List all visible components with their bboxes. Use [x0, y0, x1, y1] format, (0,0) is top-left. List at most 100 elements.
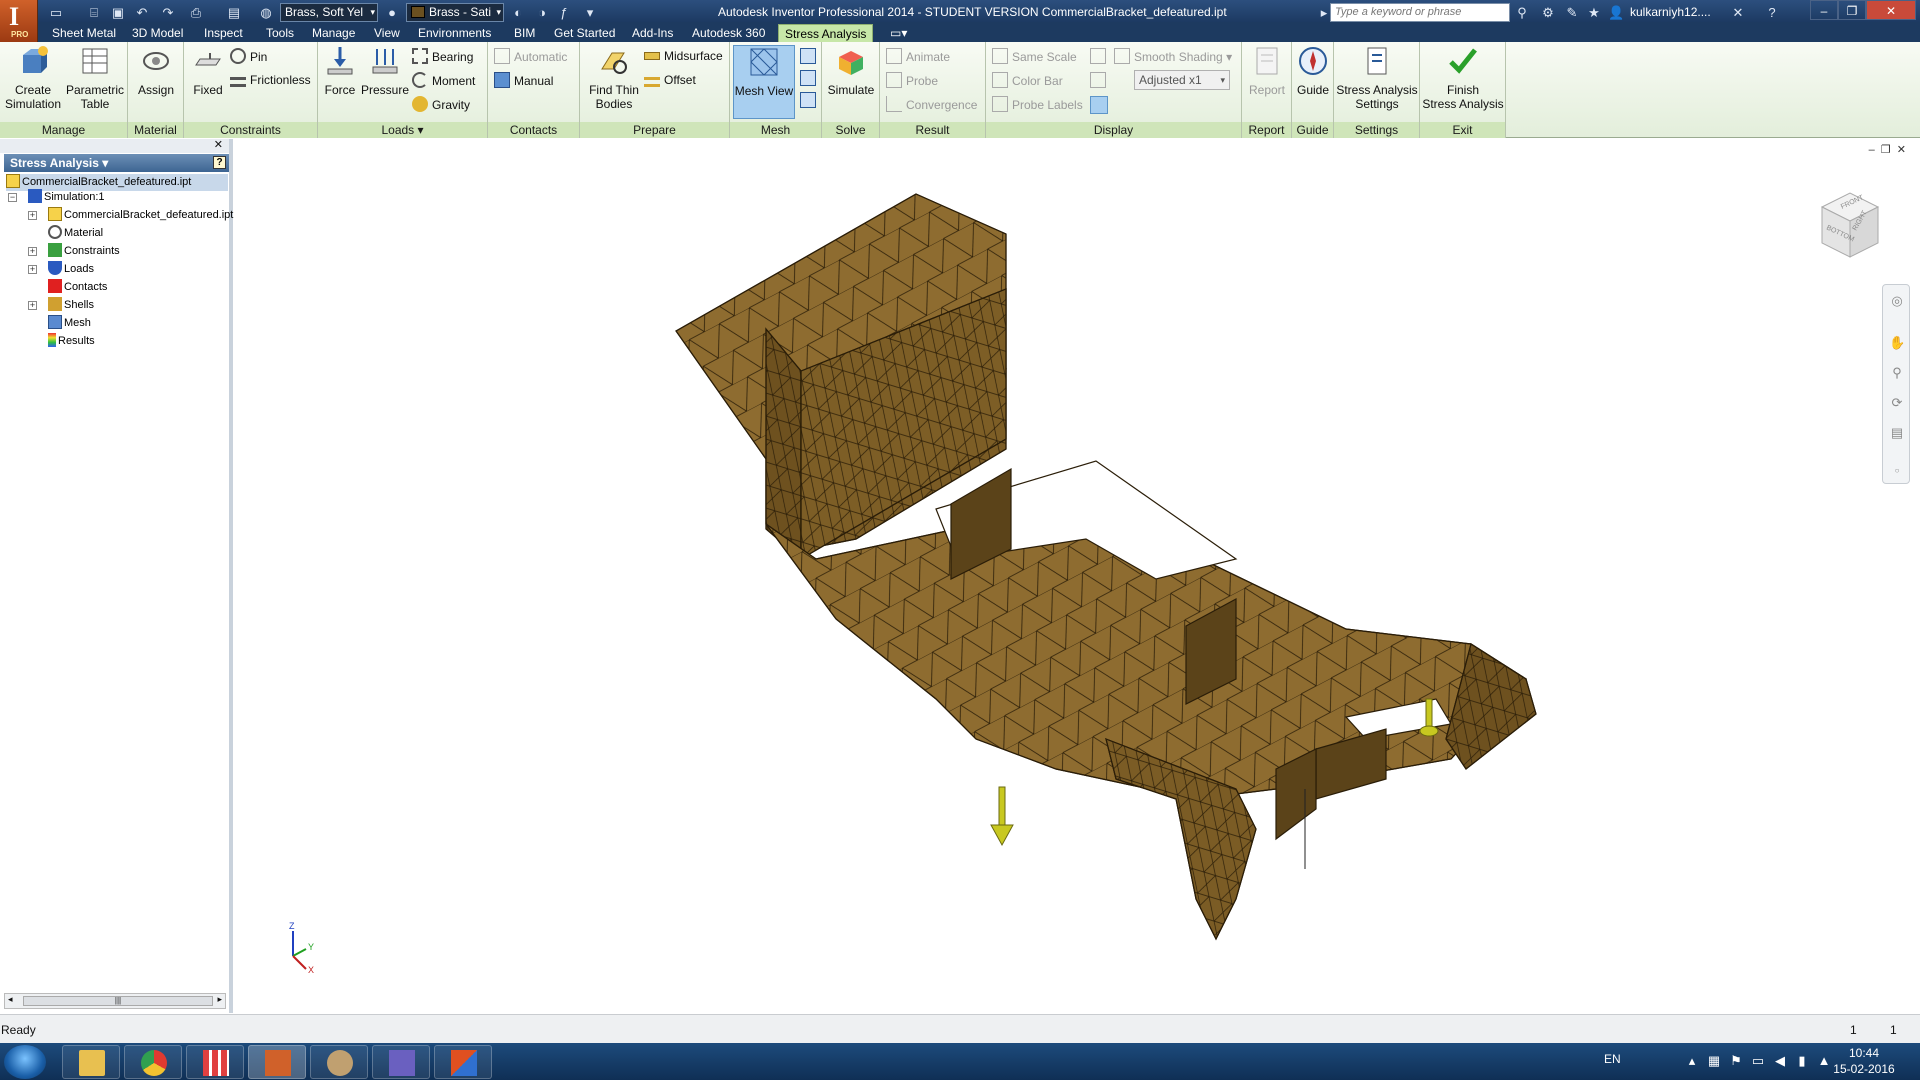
convergence-button[interactable]: Convergence	[886, 96, 977, 114]
taskbar-paint[interactable]	[310, 1045, 368, 1079]
nav-options-icon[interactable]: ○	[1889, 463, 1905, 479]
report-button[interactable]: Report	[1246, 45, 1288, 97]
guide-button[interactable]: Guide	[1294, 45, 1332, 97]
tree-item-shells[interactable]: Shells	[48, 297, 94, 314]
offset-button[interactable]: Offset	[644, 72, 696, 90]
zoom-icon[interactable]: ⚲	[1889, 365, 1905, 381]
moment-load-button[interactable]: Moment	[412, 72, 475, 90]
stress-analysis-settings-button[interactable]: Stress Analysis Settings	[1336, 45, 1418, 111]
clear-appearance-icon[interactable]: ◐	[510, 5, 526, 21]
help-search-input[interactable]: Type a keyword or phrase	[1330, 3, 1510, 22]
expand-loads-icon[interactable]: +	[28, 265, 37, 274]
undo-icon[interactable]: ↶	[134, 5, 150, 21]
find-thin-bodies-button[interactable]: Find Thin Bodies	[582, 45, 646, 111]
tab-tools[interactable]: Tools	[260, 24, 300, 42]
start-button[interactable]	[4, 1045, 46, 1079]
taskbar-inventor[interactable]	[248, 1045, 306, 1079]
material-globe-icon[interactable]: ◍	[258, 5, 274, 21]
tree-item-contacts[interactable]: Contacts	[48, 279, 107, 296]
customize-quick-access-icon[interactable]: ▾	[582, 5, 598, 21]
midsurface-button[interactable]: Midsurface	[644, 48, 723, 66]
simulate-button[interactable]: Simulate	[826, 45, 876, 97]
restore-window-button[interactable]: ❐	[1838, 0, 1866, 20]
tray-display-icon[interactable]: ▭	[1750, 1053, 1766, 1069]
frictionless-constraint-button[interactable]: Frictionless	[230, 72, 311, 90]
pan-hand-icon[interactable]: ✋	[1889, 335, 1905, 351]
look-at-icon[interactable]: ▤	[1889, 425, 1905, 441]
iproperties-icon[interactable]: ▤	[226, 5, 242, 21]
communication-center-icon[interactable]: ✎	[1564, 5, 1580, 21]
browser-horizontal-scrollbar[interactable]: ◂ ||| ▸	[4, 993, 226, 1009]
fixed-constraint-button[interactable]: Fixed	[188, 45, 228, 97]
save-icon[interactable]: ▣	[110, 5, 126, 21]
tree-item-mesh[interactable]: Mesh	[48, 315, 91, 332]
user-name[interactable]: kulkarniyh12....	[1630, 5, 1711, 19]
mesh-display-toggle-icon[interactable]	[1090, 96, 1108, 114]
orbit-icon[interactable]: ⟳	[1889, 395, 1905, 411]
close-window-button[interactable]: ✕	[1866, 0, 1916, 20]
tab-environments[interactable]: Environments	[412, 24, 497, 42]
mesh-settings-icon[interactable]	[800, 48, 816, 64]
tab-sheet-metal[interactable]: Sheet Metal	[46, 24, 122, 42]
probe-button[interactable]: Probe	[886, 72, 938, 90]
favorites-star-icon[interactable]: ★	[1586, 5, 1602, 21]
create-mesh-icon[interactable]	[800, 70, 816, 86]
manual-contacts-button[interactable]: Manual	[494, 72, 553, 90]
tab-manage[interactable]: Manage	[306, 24, 361, 42]
help-icon[interactable]: ?	[1764, 5, 1780, 21]
print-icon[interactable]: ⎙	[188, 5, 204, 21]
clock-time[interactable]: 10:44	[1824, 1046, 1904, 1060]
taskbar-chrome[interactable]	[124, 1045, 182, 1079]
tab-add-ins[interactable]: Add-Ins	[626, 24, 679, 42]
taskbar-explorer[interactable]	[62, 1045, 120, 1079]
network-icon[interactable]: ▮	[1794, 1053, 1810, 1069]
tree-item-material[interactable]: Material	[48, 225, 103, 242]
gravity-load-button[interactable]: Gravity	[412, 96, 470, 114]
subscription-center-icon[interactable]: ⚙	[1540, 5, 1556, 21]
tree-item-simulation[interactable]: Simulation:1	[28, 189, 105, 206]
redo-icon[interactable]: ↷	[160, 5, 176, 21]
tab-bim[interactable]: BIM	[508, 24, 541, 42]
taskbar-apps[interactable]	[186, 1045, 244, 1079]
tab-inspect[interactable]: Inspect	[198, 24, 249, 42]
exchange-apps-icon[interactable]: ✕	[1730, 5, 1746, 21]
tree-item-constraints[interactable]: Constraints	[48, 243, 120, 260]
smooth-shading-dropdown[interactable]: Smooth Shading ▾	[1114, 48, 1232, 66]
parametric-table-button[interactable]: Parametric Table	[64, 45, 126, 111]
browser-help-icon[interactable]: ?	[213, 156, 226, 169]
color-bar-button[interactable]: Color Bar	[992, 72, 1063, 90]
tree-item-loads[interactable]: Loads	[48, 261, 94, 278]
tree-item-results[interactable]: Results	[48, 333, 95, 350]
adjust-appearance-icon[interactable]: ◑	[534, 5, 550, 21]
boundary-conditions-icon[interactable]	[1090, 48, 1106, 64]
tray-expand-icon[interactable]: ▴	[1684, 1053, 1700, 1069]
animate-button[interactable]: Animate	[886, 48, 950, 66]
displacement-display-icon[interactable]	[1090, 72, 1106, 88]
automatic-contacts-button[interactable]: Automatic	[494, 48, 567, 66]
tab-view[interactable]: View	[368, 24, 406, 42]
expand-constraints-icon[interactable]: +	[28, 247, 37, 256]
parameters-fx-icon[interactable]: ƒ	[556, 5, 572, 21]
expand-shells-icon[interactable]: +	[28, 301, 37, 310]
browser-title-dropdown[interactable]: Stress Analysis ▾ ?	[4, 154, 229, 172]
minimize-window-button[interactable]: –	[1810, 0, 1838, 20]
displacement-scale-dropdown[interactable]: Adjusted x1 ▾	[1134, 70, 1230, 90]
tray-windows-icon[interactable]: ▦	[1706, 1053, 1722, 1069]
taskbar-vb[interactable]	[372, 1045, 430, 1079]
material-combo[interactable]: Brass, Soft Yel ▾	[280, 3, 378, 22]
probe-labels-button[interactable]: Probe Labels	[992, 96, 1083, 114]
binoculars-search-icon[interactable]: ⚲	[1514, 5, 1530, 21]
create-simulation-button[interactable]: Create Simulation	[2, 45, 64, 111]
bearing-load-button[interactable]: Bearing	[412, 48, 473, 66]
open-file-icon[interactable]: ⌸	[86, 5, 102, 21]
input-language[interactable]: EN	[1604, 1052, 1621, 1066]
finish-stress-analysis-button[interactable]: Finish Stress Analysis	[1422, 45, 1504, 111]
pin-constraint-button[interactable]: Pin	[230, 48, 267, 66]
appearance-combo[interactable]: Brass - Sati ▾	[406, 3, 504, 22]
tab-autodesk-360[interactable]: Autodesk 360	[686, 24, 771, 42]
tab-stress-analysis[interactable]: Stress Analysis	[778, 24, 874, 42]
assign-button[interactable]: Assign	[134, 45, 178, 97]
expand-part-icon[interactable]: +	[28, 211, 37, 220]
clock-date[interactable]: 15-02-2016	[1824, 1062, 1904, 1076]
browser-close-icon[interactable]: ✕	[214, 138, 223, 151]
